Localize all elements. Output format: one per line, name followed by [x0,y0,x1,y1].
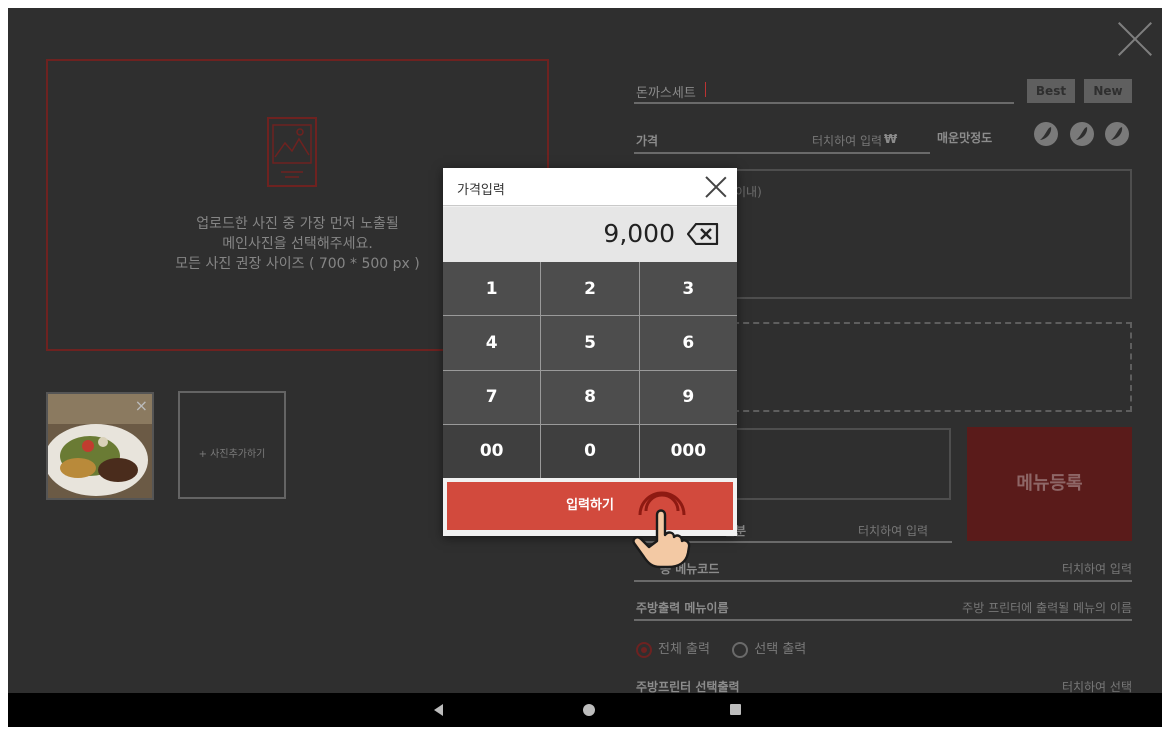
spice-level-label: 매운맛정도 [937,131,993,145]
key-8[interactable]: 8 [541,370,639,424]
backspace-icon[interactable] [687,223,719,245]
menu-name-field[interactable]: 돈까스세트 [634,78,1014,104]
chili-pepper-icon[interactable] [1105,122,1129,146]
option-area[interactable] [723,322,1132,412]
currency-symbol: ₩ [884,132,898,146]
dialog-header: 가격입력 [443,168,737,206]
print-select-label: 선택 출력 [754,642,807,657]
navigation-bar [8,693,1162,727]
chili-pepper-icon[interactable] [1034,122,1058,146]
print-all-label: 전체 출력 [658,642,710,657]
key-5[interactable]: 5 [541,316,639,370]
key-6[interactable]: 6 [639,316,737,370]
price-value: 9,000 [603,219,675,248]
print-select-radio[interactable] [732,641,749,658]
serving-box[interactable] [723,428,951,500]
price-input-dialog: 가격입력 9,000 1 2 3 4 5 6 7 8 9 00 0 000 입력… [443,168,737,536]
kitchen-name-hint: 주방 프린터에 출력될 메뉴의 이름 [962,601,1132,615]
menu-name-value: 돈까스세트 [636,86,696,101]
menu-code-hint: 터치하여 입력 [1061,562,1132,576]
best-tag-button[interactable]: Best [1027,79,1075,103]
key-3[interactable]: 3 [639,262,737,316]
price-field[interactable]: 가격 터치하여 입력 ₩ [634,126,930,154]
remove-photo-icon[interactable]: × [135,396,148,415]
key-4[interactable]: 4 [443,316,541,370]
key-9[interactable]: 9 [639,370,737,424]
new-tag-button[interactable]: New [1084,79,1132,103]
home-icon[interactable] [583,704,595,716]
recent-apps-icon[interactable] [730,704,741,715]
print-option-group: 전체 출력 선택 출력 [636,638,806,658]
chili-pepper-icon[interactable] [1070,122,1094,146]
key-2[interactable]: 2 [541,262,639,316]
key-0[interactable]: 0 [541,424,639,478]
price-hint: 터치하여 입력 [812,134,883,148]
text-cursor [705,82,706,97]
dialog-title: 가격입력 [457,183,505,198]
close-icon[interactable] [1116,20,1154,58]
add-photo-label: + 사진추가하기 [198,449,266,460]
tap-pointer-icon [632,491,691,569]
menu-code-field[interactable]: 동 메뉴코드 터치하여 입력 [634,556,1132,582]
price-label: 가격 [636,134,659,148]
description-textarea[interactable]: 이내) [723,169,1132,299]
photo-thumbnail[interactable]: × [46,392,154,500]
price-display: 9,000 [443,207,737,262]
key-7[interactable]: 7 [443,370,541,424]
add-photo-button[interactable]: + 사진추가하기 [178,391,286,499]
key-1[interactable]: 1 [443,262,541,316]
key-00[interactable]: 00 [443,424,541,478]
register-menu-button[interactable]: 메뉴등록 [967,427,1132,541]
key-000[interactable]: 000 [639,424,737,478]
serving-hint: 터치하여 입력 [858,524,929,538]
image-upload-icon [267,117,317,187]
description-hint: 이내) [735,185,762,199]
kitchen-name-field[interactable]: 주방출력 메뉴이름 주방 프린터에 출력될 메뉴의 이름 [634,595,1132,621]
number-keypad: 1 2 3 4 5 6 7 8 9 00 0 000 [443,262,737,478]
print-all-radio[interactable] [636,641,652,658]
dialog-close-icon[interactable] [705,176,727,198]
screen: 업로드한 사진 중 가장 먼저 노출될 메인사진을 선택해주세요. 모든 사진 … [8,8,1162,727]
back-icon[interactable] [434,704,443,716]
kitchen-name-label: 주방출력 메뉴이름 [636,601,729,615]
